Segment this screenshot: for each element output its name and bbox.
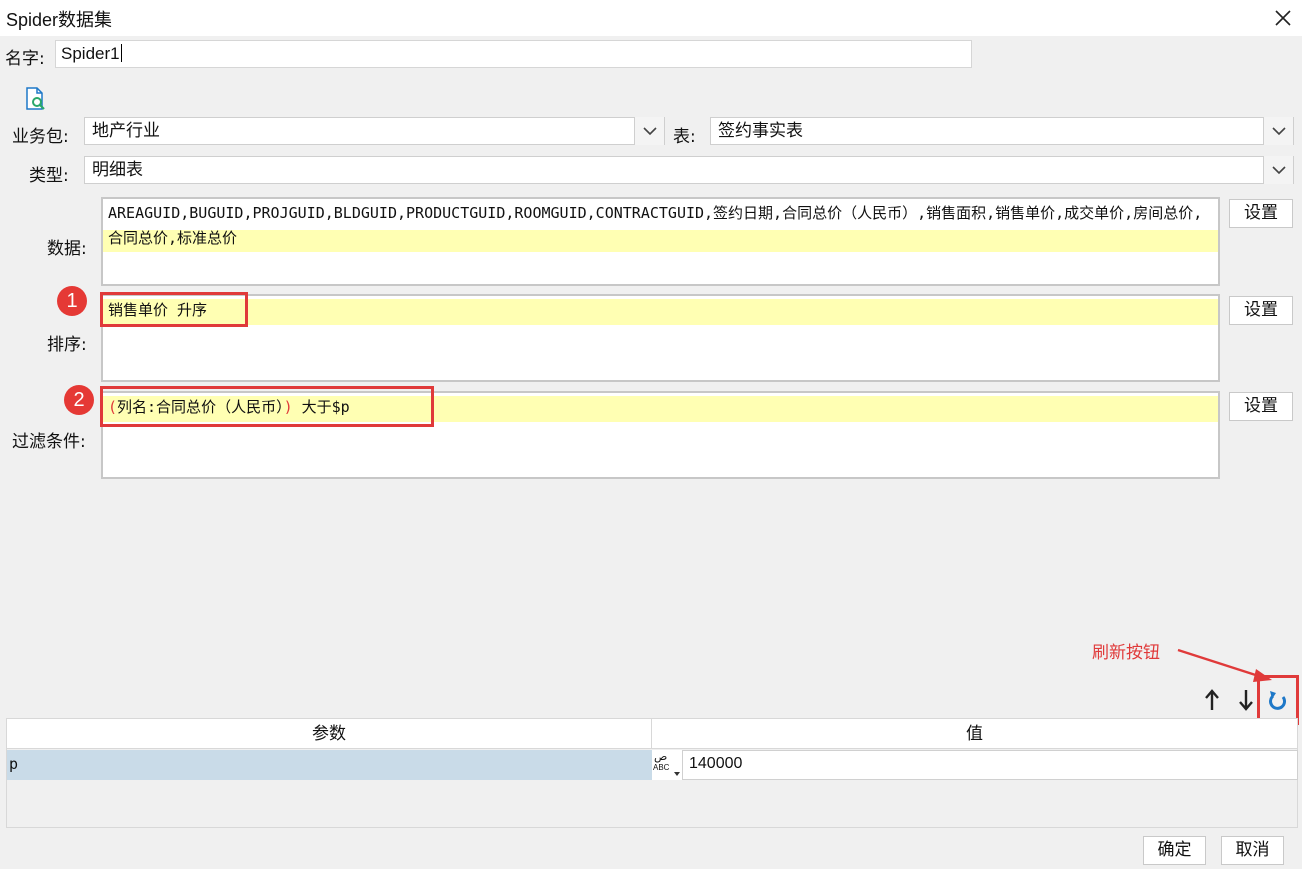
data-textarea[interactable]: AREAGUID,BUGUID,PROJGUID,BLDGUID,PRODUCT… [101, 197, 1220, 286]
type-select[interactable]: 明细表 [84, 156, 1294, 184]
package-dropdown-button[interactable] [634, 117, 664, 145]
chevron-down-icon [643, 127, 657, 136]
text-caret [120, 44, 122, 62]
arrow-down-icon [1239, 690, 1253, 711]
close-icon [1275, 10, 1291, 26]
filter-set-button[interactable]: 设置 [1229, 392, 1293, 421]
refresh-icon [1269, 691, 1286, 710]
annotation-badge-1: 1 [57, 286, 87, 316]
table-row-param-cell[interactable]: p [7, 750, 652, 780]
header-value: 值 [652, 719, 1297, 749]
sort-highlight [103, 299, 1218, 325]
arrow-up-icon [1205, 689, 1219, 710]
param-name: p [9, 755, 19, 773]
params-table: 参数 值 p ص ABC 140000 [6, 718, 1298, 828]
table-dropdown-button[interactable] [1263, 117, 1293, 145]
header-param: 参数 [7, 719, 652, 749]
type-indicator-top: ص [654, 750, 668, 763]
filter-label: 过滤条件: [12, 432, 86, 452]
data-value: AREAGUID,BUGUID,PROJGUID,BLDGUID,PRODUCT… [108, 204, 1203, 247]
table-select[interactable]: 签约事实表 [710, 117, 1294, 145]
package-value: 地产行业 [92, 121, 160, 141]
cancel-button[interactable]: 取消 [1221, 836, 1284, 865]
annotation-box-1 [100, 292, 248, 327]
ok-button[interactable]: 确定 [1143, 836, 1206, 865]
type-indicator-abc: ABC [653, 763, 670, 772]
title-bar [0, 0, 1302, 36]
table-label: 表: [673, 127, 696, 147]
chevron-down-icon [1272, 166, 1286, 175]
name-input[interactable]: Spider1 [55, 40, 972, 68]
table-value: 签约事实表 [718, 121, 803, 141]
move-up-button[interactable] [1201, 686, 1223, 714]
chevron-down-icon [1272, 127, 1286, 136]
package-label: 业务包: [12, 127, 69, 147]
window-title: Spider数据集 [6, 10, 113, 30]
data-set-button[interactable]: 设置 [1229, 199, 1293, 228]
annotation-badge-2: 2 [64, 385, 94, 415]
refresh-callout-label: 刷新按钮 [1092, 643, 1160, 663]
name-label: 名字: [5, 49, 45, 69]
param-value-input[interactable]: 140000 [682, 750, 1298, 780]
data-label: 数据: [47, 239, 87, 259]
type-label: 类型: [29, 166, 69, 186]
refresh-callout-arrow [1177, 648, 1272, 682]
type-dropdown-button[interactable] [1263, 156, 1293, 184]
move-down-button[interactable] [1235, 686, 1257, 714]
param-value: 140000 [689, 755, 743, 772]
sort-textarea[interactable]: 销售单价 升序 [101, 294, 1220, 382]
param-type-toggle[interactable]: ص ABC [652, 750, 682, 780]
annotation-box-2 [100, 386, 434, 427]
search-doc-button[interactable] [24, 86, 48, 117]
refresh-button[interactable] [1263, 686, 1293, 716]
type-dropdown-icon [674, 772, 680, 776]
search-doc-icon [26, 87, 45, 110]
name-value: Spider1 [61, 44, 120, 63]
package-select[interactable]: 地产行业 [84, 117, 665, 145]
sort-set-button[interactable]: 设置 [1229, 296, 1293, 325]
close-button[interactable] [1268, 3, 1298, 33]
type-value: 明细表 [92, 160, 143, 180]
sort-label: 排序: [47, 335, 87, 355]
